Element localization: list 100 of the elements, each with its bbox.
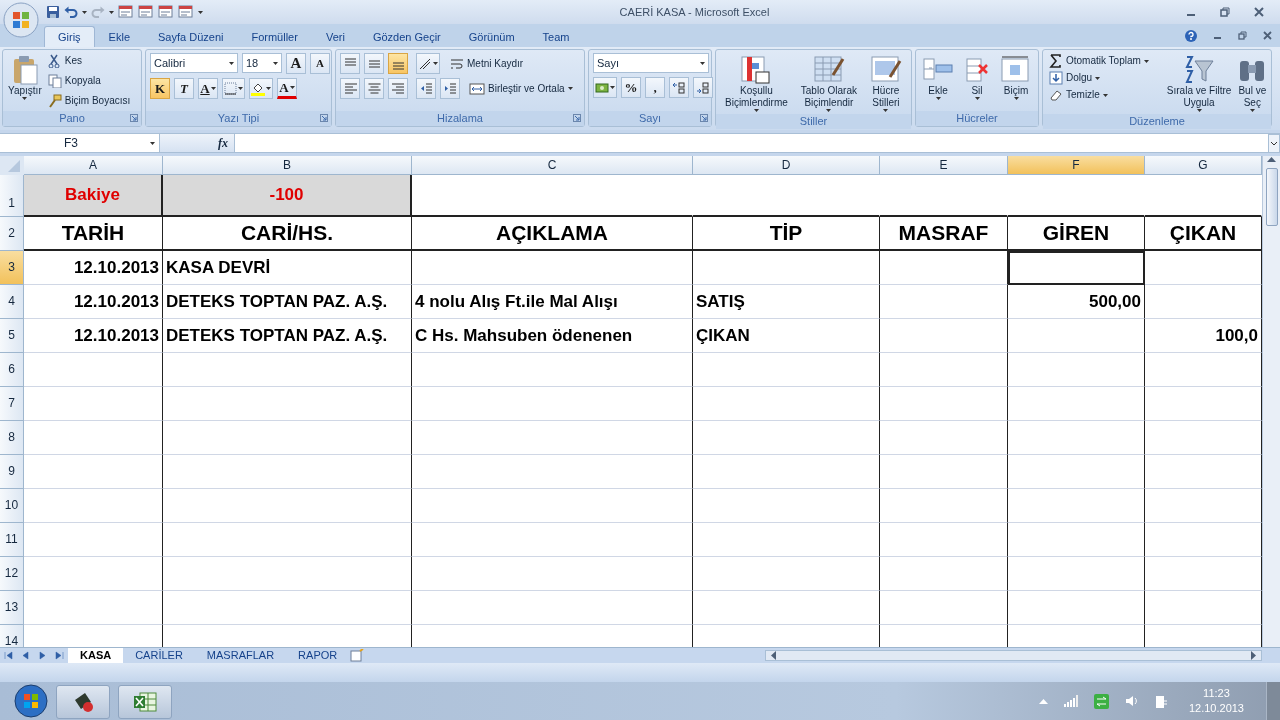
number-format-field[interactable]: Sayı bbox=[593, 53, 709, 73]
power-icon[interactable] bbox=[1154, 694, 1167, 708]
font-name-field[interactable]: Calibri bbox=[150, 53, 238, 73]
align-left-button[interactable] bbox=[340, 78, 360, 99]
row-header[interactable]: 5 bbox=[0, 319, 24, 353]
clipboard-command[interactable]: Biçim Boyacısı bbox=[45, 93, 133, 109]
currency-button[interactable] bbox=[593, 77, 617, 98]
dialog-launcher-icon[interactable] bbox=[573, 114, 581, 122]
underline-button[interactable]: A bbox=[198, 78, 218, 99]
row-header[interactable]: 12 bbox=[0, 557, 24, 591]
row-header[interactable]: 10 bbox=[0, 489, 24, 523]
close-icon[interactable] bbox=[1263, 31, 1272, 40]
restore-icon[interactable] bbox=[1238, 31, 1247, 40]
column-header[interactable]: C bbox=[412, 156, 693, 175]
font-size-field[interactable]: 18 bbox=[242, 53, 282, 73]
ribbon-tab[interactable]: Giriş bbox=[44, 26, 95, 47]
align-center-button[interactable] bbox=[364, 78, 384, 99]
dialog-launcher-icon[interactable] bbox=[130, 114, 138, 122]
form-icon[interactable] bbox=[178, 5, 194, 19]
dialog-launcher-icon[interactable] bbox=[700, 114, 708, 122]
insert-function-button[interactable]: fx bbox=[160, 134, 235, 152]
ribbon-tab[interactable]: Formüller bbox=[237, 26, 312, 47]
row-header[interactable]: 7 bbox=[0, 387, 24, 421]
align-top-button[interactable] bbox=[340, 53, 360, 74]
form-icon[interactable] bbox=[118, 5, 134, 19]
expand-icon[interactable] bbox=[1268, 134, 1280, 153]
clipboard-command[interactable]: Kes bbox=[45, 53, 133, 69]
wrap-text-button[interactable]: Metni Kaydır bbox=[448, 53, 526, 74]
tab-scroll-icon[interactable] bbox=[55, 651, 64, 660]
font-color-button[interactable]: A bbox=[277, 78, 297, 99]
decrease-decimal-button[interactable] bbox=[693, 77, 713, 98]
styles-button[interactable]: Koşullu Biçimlendirme bbox=[724, 53, 789, 114]
orientation-button[interactable] bbox=[416, 53, 440, 74]
row-header[interactable]: 1 bbox=[0, 175, 24, 217]
column-header[interactable]: A bbox=[24, 156, 163, 175]
row-header[interactable]: 2 bbox=[0, 217, 24, 251]
form-icon[interactable] bbox=[138, 5, 154, 19]
column-header[interactable]: D bbox=[693, 156, 880, 175]
row-header[interactable]: 4 bbox=[0, 285, 24, 319]
column-header[interactable]: B bbox=[163, 156, 412, 175]
align-right-button[interactable] bbox=[388, 78, 408, 99]
fill-color-button[interactable] bbox=[249, 78, 273, 99]
borders-button[interactable] bbox=[222, 78, 245, 99]
dialog-launcher-icon[interactable] bbox=[320, 114, 328, 122]
ribbon-tab[interactable]: Gözden Geçir bbox=[358, 26, 455, 47]
horizontal-scrollbar[interactable] bbox=[765, 650, 1262, 661]
align-bottom-button[interactable] bbox=[388, 53, 408, 74]
scroll-thumb[interactable] bbox=[1265, 168, 1278, 226]
restore-icon[interactable] bbox=[1220, 7, 1230, 17]
cells-button[interactable]: Sil bbox=[960, 53, 994, 111]
scroll-right-icon[interactable] bbox=[1251, 651, 1257, 660]
paste-button[interactable]: Yapıştır bbox=[7, 53, 43, 111]
sheet-tab[interactable]: KASA bbox=[68, 648, 124, 663]
scroll-up-icon[interactable] bbox=[1267, 156, 1276, 162]
grow-font-button[interactable]: A bbox=[286, 53, 306, 74]
bold-button[interactable]: K bbox=[150, 78, 170, 99]
percent-button[interactable]: % bbox=[621, 77, 641, 98]
column-header[interactable]: E bbox=[880, 156, 1008, 175]
ribbon-tab[interactable]: Veri bbox=[311, 26, 359, 47]
editing-command[interactable]: Temizle bbox=[1047, 87, 1151, 103]
styles-button[interactable]: Tablo Olarak Biçimlendir bbox=[799, 53, 858, 114]
comma-style-button[interactable]: , bbox=[645, 77, 665, 98]
ribbon-tab[interactable]: Team bbox=[528, 26, 584, 47]
taskbar-app[interactable] bbox=[56, 685, 110, 719]
row-header[interactable]: 11 bbox=[0, 523, 24, 557]
sheet-tab[interactable]: MASRAFLAR bbox=[194, 648, 287, 663]
merge-center-button[interactable]: Birleştir ve Ortala bbox=[467, 78, 575, 99]
shrink-font-button[interactable]: A bbox=[310, 53, 330, 74]
row-header[interactable]: 8 bbox=[0, 421, 24, 455]
sheet-tab[interactable]: CARİLER bbox=[123, 648, 195, 663]
row-header[interactable]: 6 bbox=[0, 353, 24, 387]
cells-button[interactable]: Biçim bbox=[999, 53, 1033, 111]
column-header[interactable]: G bbox=[1145, 156, 1262, 175]
ribbon-tab[interactable]: Görünüm bbox=[454, 26, 529, 47]
new-sheet-icon[interactable] bbox=[349, 648, 366, 663]
speaker-icon[interactable] bbox=[1124, 695, 1139, 707]
sheet-tab[interactable]: RAPOR bbox=[286, 648, 350, 663]
save-icon[interactable] bbox=[46, 5, 60, 19]
form-icon[interactable] bbox=[158, 5, 174, 19]
ribbon-tab[interactable]: Ekle bbox=[94, 26, 144, 47]
taskbar-app[interactable] bbox=[118, 685, 172, 719]
scroll-left-icon[interactable] bbox=[770, 651, 777, 660]
increase-decimal-button[interactable] bbox=[669, 77, 689, 98]
row-header[interactable]: 13 bbox=[0, 591, 24, 625]
align-middle-button[interactable] bbox=[364, 53, 384, 74]
editing-command[interactable]: Dolgu bbox=[1047, 70, 1151, 86]
cells-button[interactable]: Ekle bbox=[921, 53, 955, 111]
column-header[interactable]: F bbox=[1008, 156, 1145, 175]
tab-scroll-icon[interactable] bbox=[4, 651, 13, 660]
close-icon[interactable] bbox=[1254, 7, 1264, 17]
editing-button[interactable]: Bul ve Seç bbox=[1235, 53, 1270, 114]
vertical-scrollbar[interactable] bbox=[1262, 156, 1280, 647]
clipboard-command[interactable]: Kopyala bbox=[45, 73, 133, 89]
help-icon[interactable] bbox=[1185, 29, 1197, 42]
styles-button[interactable]: Hücre Stilleri bbox=[868, 53, 903, 114]
undo-icon[interactable] bbox=[64, 5, 78, 19]
italic-button[interactable]: T bbox=[174, 78, 194, 99]
row-header[interactable]: 9 bbox=[0, 455, 24, 489]
start-button[interactable] bbox=[14, 684, 48, 718]
editing-button[interactable]: Sırala ve Filtre Uygula bbox=[1165, 53, 1233, 114]
